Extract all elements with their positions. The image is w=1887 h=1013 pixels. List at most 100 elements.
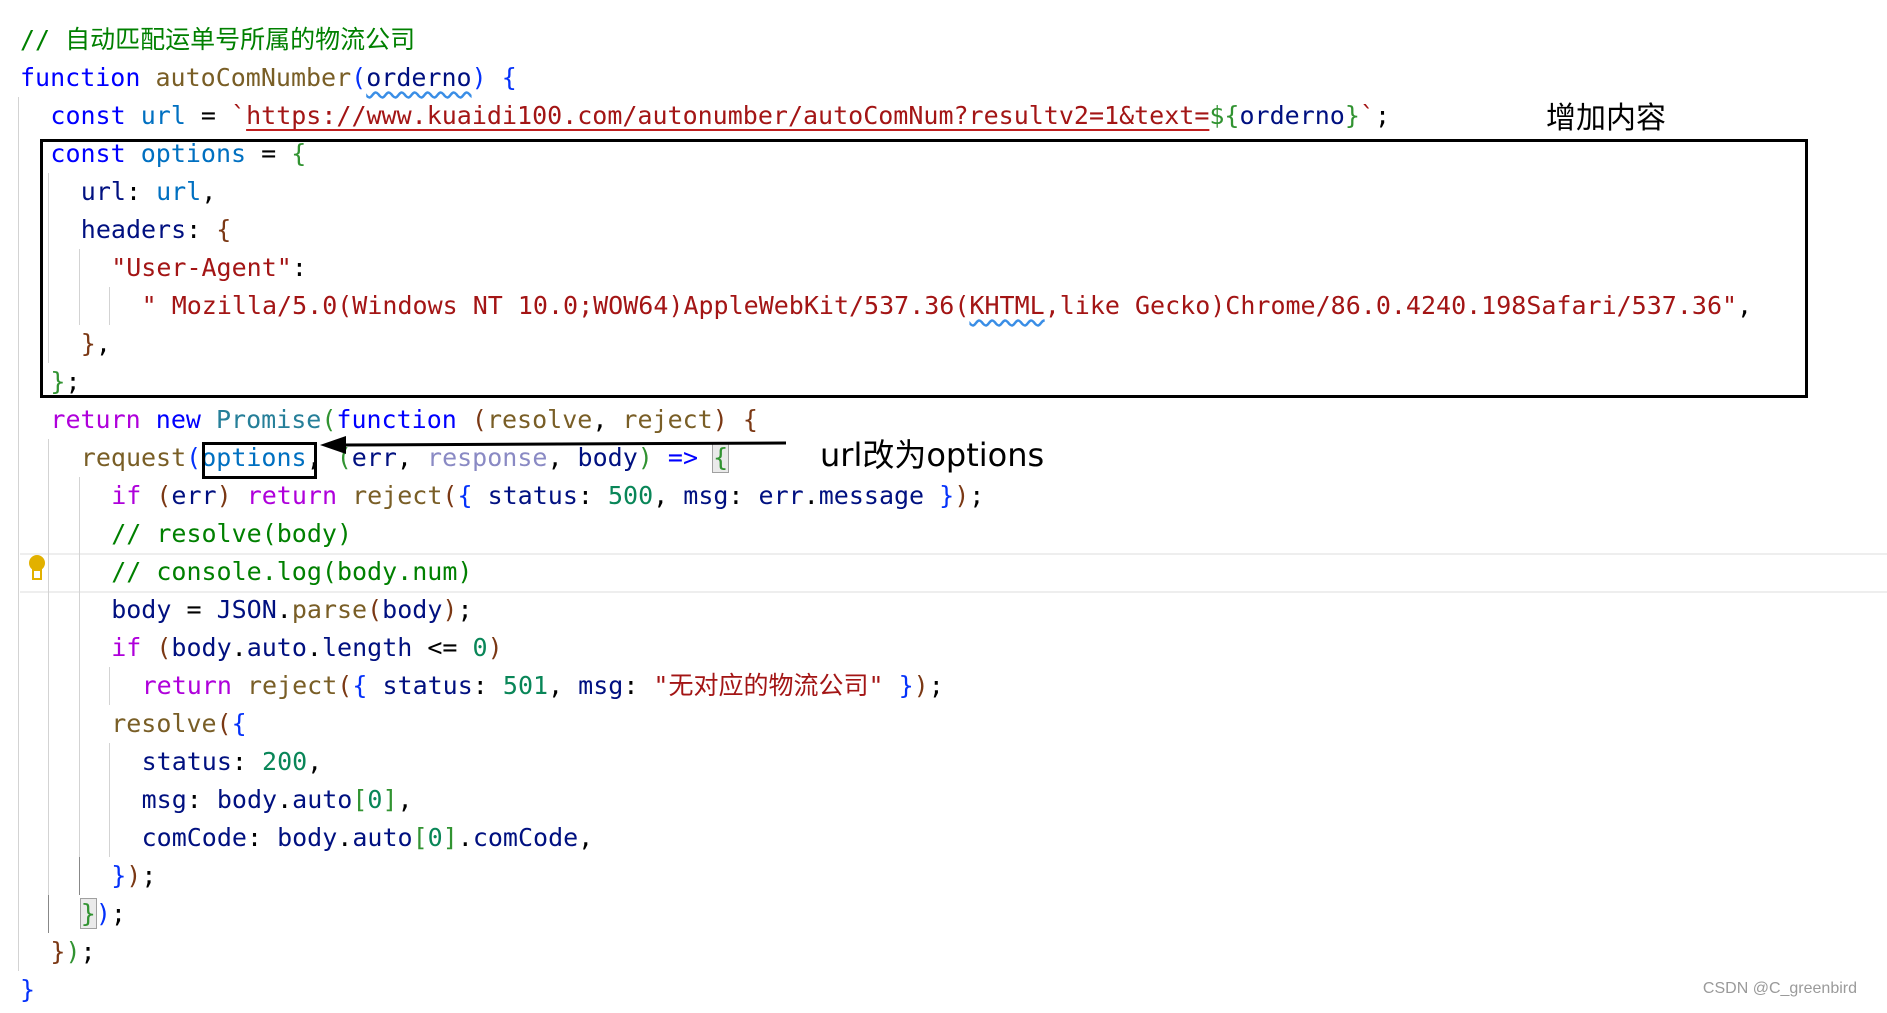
indent-guide — [18, 97, 19, 135]
code-token: ) — [487, 633, 503, 662]
indent-guide — [78, 857, 80, 895]
code-token: ; — [110, 899, 126, 928]
indent-guide — [48, 895, 50, 933]
code-token: 0 — [367, 785, 383, 814]
code-token: status — [382, 671, 473, 700]
indent-guide — [109, 743, 111, 781]
indent-guide — [18, 515, 19, 553]
indent-guide — [18, 553, 19, 591]
code-token: ; — [928, 671, 944, 700]
code-token: ( — [367, 595, 383, 624]
indent-guide — [18, 287, 19, 325]
code-line: // resolve(body) — [111, 515, 352, 553]
code-token: ( — [351, 63, 367, 92]
code-token: return — [246, 481, 338, 510]
code-token: = — [185, 101, 232, 130]
indent-guide — [18, 249, 19, 287]
code-token: { — [457, 481, 473, 510]
indent-guide — [18, 667, 19, 705]
code-token: = — [171, 595, 217, 624]
code-token: reject — [622, 405, 713, 434]
code-token: orderno — [366, 63, 472, 92]
code-line: status: 200, — [142, 743, 323, 781]
code-line: if (err) return reject({ status: 500, ms… — [111, 477, 984, 515]
code-token: resolve — [111, 709, 217, 738]
code-line: } — [20, 971, 35, 1009]
code-token: status — [487, 481, 578, 510]
code-token: ] — [442, 823, 458, 852]
code-token: err — [758, 481, 804, 510]
code-token: ${ — [1209, 101, 1240, 130]
code-token: reject — [352, 481, 443, 510]
code-token: : — [623, 671, 654, 700]
code-token: } — [111, 861, 127, 890]
indent-guide — [48, 667, 50, 705]
indent-guide — [109, 819, 111, 857]
code-token: 0 — [427, 823, 443, 852]
code-token: { — [501, 63, 517, 92]
code-line: resolve({ — [111, 705, 246, 743]
code-token: ( — [442, 481, 458, 510]
indent-guide — [48, 857, 50, 895]
code-token: resolve — [486, 405, 593, 434]
code-token: if — [111, 633, 142, 662]
code-token: <= — [412, 633, 473, 662]
code-token: // 自动匹配运单号所属的物流公司 — [20, 25, 416, 54]
code-token: 0 — [472, 633, 488, 662]
code-token: ; — [80, 937, 96, 966]
code-line: // console.log(body.num) — [111, 553, 472, 591]
code-token: // resolve(body) — [111, 519, 353, 548]
indent-guide — [18, 819, 19, 857]
code-token: ) — [954, 481, 970, 510]
code-token: , — [397, 785, 413, 814]
lightbulb-icon[interactable] — [27, 553, 47, 583]
indent-guide — [18, 211, 19, 249]
code-token: [ — [412, 823, 428, 852]
code-line: function autoComNumber(orderno) { — [20, 59, 517, 97]
indent-guide — [48, 515, 50, 553]
code-token: if — [111, 481, 142, 510]
code-token: ) — [126, 861, 142, 890]
indent-guide — [18, 857, 19, 895]
code-token: } — [1344, 101, 1360, 130]
indent-guide — [18, 401, 19, 439]
code-token: . — [337, 823, 353, 852]
code-token: ` — [1359, 101, 1375, 130]
code-token: , — [592, 405, 623, 434]
code-token: body — [216, 785, 278, 814]
indent-guide — [78, 515, 80, 553]
indent-guide — [78, 819, 80, 857]
indent-guide — [48, 705, 50, 743]
code-token: const — [50, 101, 126, 130]
code-token: ) — [216, 481, 232, 510]
code-token: message — [818, 481, 925, 510]
indent-guide — [109, 781, 111, 819]
code-token: , — [653, 481, 684, 510]
code-token: autoComNumber — [155, 63, 352, 92]
code-token: ( — [156, 481, 172, 510]
code-token: } — [898, 671, 914, 700]
code-token: . — [276, 595, 292, 624]
code-token: new — [155, 405, 201, 434]
indent-guide — [18, 933, 19, 971]
code-token: ( — [471, 405, 487, 434]
code-token: . — [803, 481, 819, 510]
code-token: ; — [457, 595, 473, 624]
code-token: err — [171, 481, 217, 510]
code-token: { — [352, 671, 368, 700]
code-token: orderno — [1239, 101, 1345, 130]
code-token: : — [577, 481, 608, 510]
code-token: } — [20, 975, 36, 1004]
code-token: msg — [683, 481, 729, 510]
options-highlight-box — [202, 442, 317, 479]
code-token: request — [80, 443, 187, 472]
code-token: // console.log(body.num) — [111, 557, 473, 586]
